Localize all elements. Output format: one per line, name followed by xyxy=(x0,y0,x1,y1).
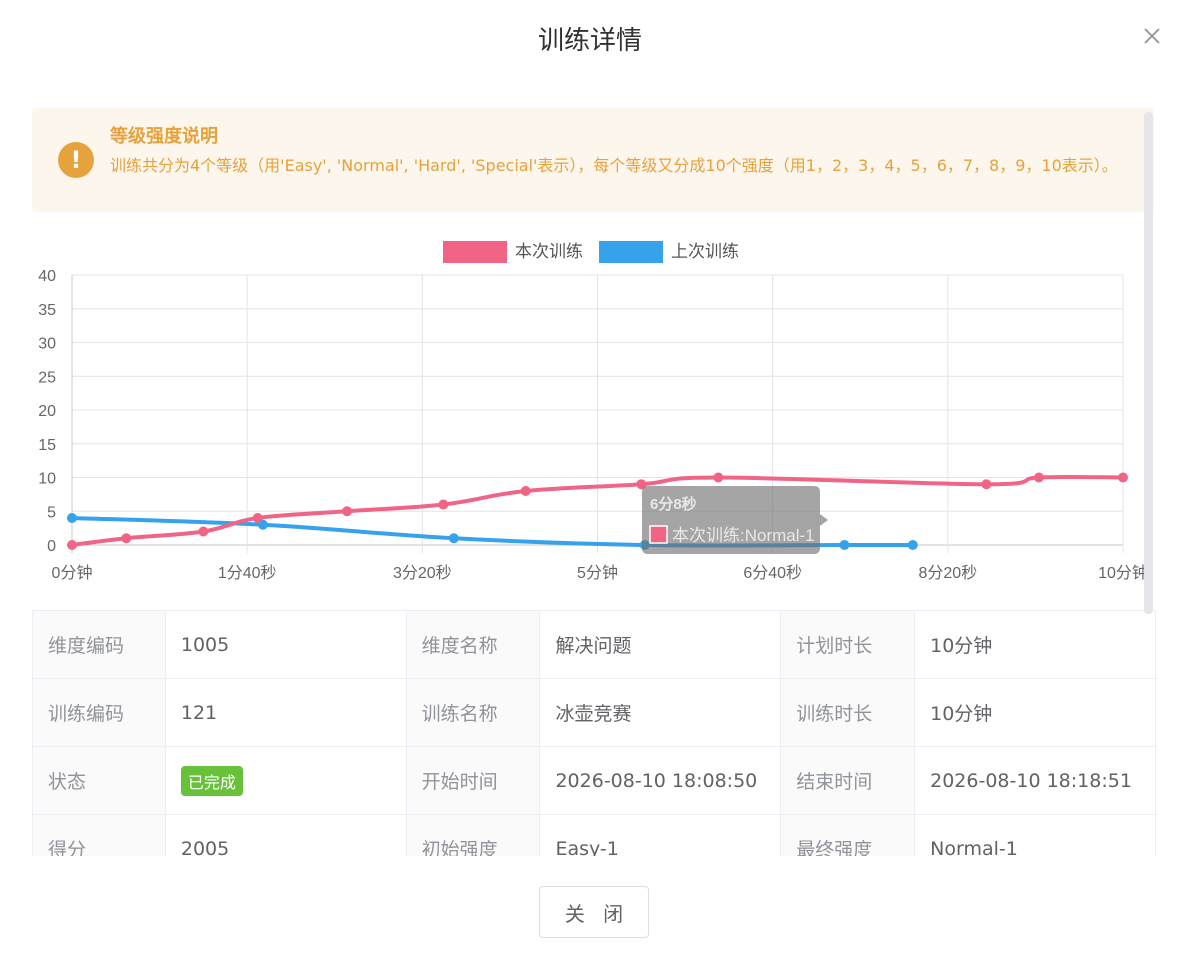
field-label: 训练编码 xyxy=(32,678,166,747)
field-label: 训练名称 xyxy=(405,678,541,747)
y-tick-label: 15 xyxy=(38,437,56,454)
field-value: Normal-1 xyxy=(914,814,1156,856)
legend-swatch xyxy=(599,241,663,263)
dialog-body[interactable]: ! 等级强度说明 训练共分为4个等级（用'Easy', 'Normal', 'H… xyxy=(32,108,1156,856)
alert-title: 等级强度说明 xyxy=(110,126,218,147)
field-value: 10分钟 xyxy=(914,678,1156,747)
field-value: Easy-1 xyxy=(539,814,782,856)
y-tick-label: 5 xyxy=(47,504,56,521)
data-point xyxy=(907,540,918,550)
y-tick-label: 30 xyxy=(38,336,56,353)
field-value: 2026-08-10 18:08:50 xyxy=(539,746,782,815)
field-value: 10分钟 xyxy=(914,610,1156,679)
field-label: 开始时间 xyxy=(405,746,541,815)
x-tick-label: 5分钟 xyxy=(577,564,618,582)
line-chart: 0 5 10 15 20 25 30 35 40 0分钟 1分40秒 3分20秒 5分钟 6分40秒 8分2… xyxy=(38,241,1148,582)
data-point xyxy=(67,540,77,550)
field-label: 最终强度 xyxy=(780,814,916,856)
field-label: 维度名称 xyxy=(405,610,541,679)
field-value: 2005 xyxy=(164,814,407,856)
chart-tooltip: 6分8秒本次训练:Normal-1 xyxy=(642,486,828,554)
y-tick-label: 0 xyxy=(47,538,56,555)
tooltip-swatch xyxy=(649,525,668,544)
field-value: 冰壶竞赛 xyxy=(539,678,782,747)
data-point xyxy=(448,533,459,544)
data-point xyxy=(981,479,992,490)
data-point xyxy=(713,472,724,483)
x-tick-label: 3分20秒 xyxy=(393,564,452,582)
data-point xyxy=(252,513,263,523)
field-label: 维度编码 xyxy=(32,610,166,679)
data-point xyxy=(438,499,449,510)
close-icon[interactable] xyxy=(1140,24,1164,48)
vertical-scrollbar[interactable] xyxy=(1144,112,1153,614)
data-point xyxy=(520,486,531,496)
alert-description: 训练共分为4个等级（用'Easy', 'Normal', 'Hard', 'Sp… xyxy=(110,156,1118,175)
field-value: 2026-08-10 18:18:51 xyxy=(914,746,1156,815)
exclamation-icon: ! xyxy=(58,142,94,178)
status-badge: 已完成 xyxy=(180,765,243,796)
field-label: 状态 xyxy=(32,746,166,815)
field-label: 得分 xyxy=(32,814,166,856)
dialog-title: 训练详情 xyxy=(537,26,642,56)
y-tick-label: 35 xyxy=(38,302,56,319)
x-tick-label: 1分40秒 xyxy=(218,564,277,582)
field-label: 结束时间 xyxy=(780,746,916,815)
data-point xyxy=(121,533,132,544)
y-tick-label: 10 xyxy=(38,471,56,488)
data-point xyxy=(1118,472,1128,483)
data-point xyxy=(1033,472,1044,483)
field-label: 初始强度 xyxy=(405,814,541,856)
tooltip-title: 6分8秒 xyxy=(650,495,697,513)
table-row: 得分 2005 初始强度 Easy-1 最终强度 Normal-1 xyxy=(32,814,1156,856)
table-row: 维度编码 1005 维度名称 解决问题 计划时长 10分钟 xyxy=(32,610,1156,679)
data-point xyxy=(839,540,850,550)
table-row: 训练编码 121 训练名称 冰壶竞赛 训练时长 10分钟 xyxy=(32,678,1156,747)
close-button[interactable]: 关 闭 xyxy=(539,886,649,938)
field-value: 121 xyxy=(164,678,407,747)
legend-label: 本次训练 xyxy=(515,242,583,261)
tooltip-item: 本次训练:Normal-1 xyxy=(672,526,815,545)
data-point xyxy=(198,526,209,537)
x-tick-label: 6分40秒 xyxy=(743,564,802,582)
legend-label: 上次训练 xyxy=(671,242,739,261)
level-intensity-alert: ! 等级强度说明 训练共分为4个等级（用'Easy', 'Normal', 'H… xyxy=(32,108,1154,212)
table-row: 状态 已完成 开始时间 2026-08-10 18:08:50 结束时间 2026-08-… xyxy=(32,746,1156,815)
y-tick-label: 40 xyxy=(38,268,56,285)
training-chart: 0 5 10 15 20 25 30 35 40 0分钟 1分40秒 3分20秒 5分钟 6分40秒 8分2… xyxy=(32,228,1156,598)
field-value: 1005 xyxy=(164,610,407,679)
x-tick-label: 8分20秒 xyxy=(918,564,977,582)
x-tick-label: 0分钟 xyxy=(52,564,93,582)
x-tick-label: 10分钟 xyxy=(1098,564,1148,582)
y-tick-label: 25 xyxy=(38,369,56,386)
y-tick-label: 20 xyxy=(38,403,56,420)
legend-swatch xyxy=(443,241,507,263)
data-point xyxy=(67,513,77,523)
field-label: 计划时长 xyxy=(780,610,916,679)
field-value: 解决问题 xyxy=(539,610,782,679)
status-cell: 已完成 xyxy=(164,746,407,815)
data-point xyxy=(342,506,353,517)
field-label: 训练时长 xyxy=(780,678,916,747)
training-info-table: 维度编码 1005 维度名称 解决问题 计划时长 10分钟 训练编码 121 训练名称 冰壶竞赛训… xyxy=(32,610,1156,856)
